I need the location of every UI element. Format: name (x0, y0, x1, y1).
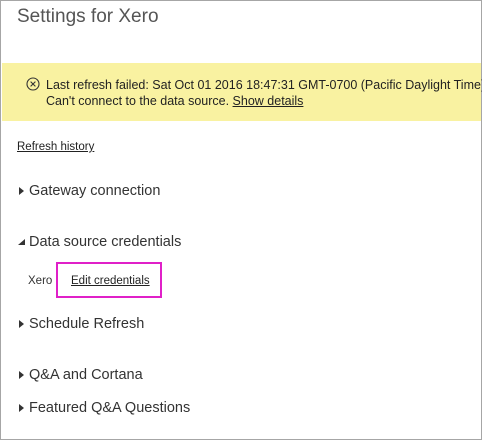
section-gateway-connection[interactable]: Gateway connection (17, 183, 160, 199)
triangle-right-icon (19, 371, 24, 379)
error-detail: Can't connect to the data source. Show d… (46, 94, 303, 108)
page-title: Settings for Xero (17, 6, 159, 27)
error-detail-text: Can't connect to the data source. (46, 94, 230, 108)
triangle-right-icon (19, 187, 24, 195)
triangle-right-icon (19, 320, 24, 328)
show-details-link[interactable]: Show details (233, 94, 304, 108)
triangle-right-icon (19, 404, 24, 412)
data-source-name: Xero (28, 275, 53, 287)
section-qa-and-cortana[interactable]: Q&A and Cortana (17, 367, 143, 383)
section-label: Featured Q&A Questions (29, 400, 191, 416)
section-label: Data source credentials (29, 234, 182, 250)
refresh-error-banner: Last refresh failed: Sat Oct 01 2016 18:… (2, 63, 482, 121)
section-label: Gateway connection (29, 183, 161, 199)
settings-panel: Settings for Xero Last refresh failed: S… (0, 0, 482, 440)
section-label: Q&A and Cortana (29, 367, 143, 383)
refresh-history-link[interactable]: Refresh history (17, 141, 94, 153)
section-featured-qa-questions[interactable]: Featured Q&A Questions (17, 400, 190, 416)
section-label: Schedule Refresh (29, 316, 145, 332)
triangle-down-expanded-icon (18, 239, 25, 245)
error-message: Last refresh failed: Sat Oct 01 2016 18:… (46, 78, 482, 92)
section-schedule-refresh[interactable]: Schedule Refresh (17, 316, 144, 332)
section-data-source-credentials[interactable]: Data source credentials (17, 234, 181, 250)
error-circle-x-icon (26, 77, 40, 91)
edit-credentials-link[interactable]: Edit credentials (71, 275, 150, 287)
